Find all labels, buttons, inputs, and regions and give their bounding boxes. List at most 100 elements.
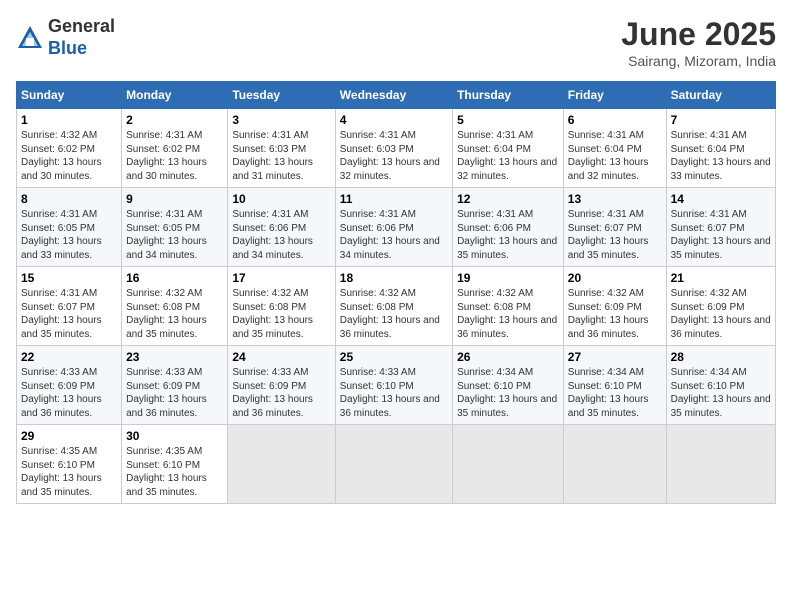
logo-blue: Blue [48, 38, 87, 58]
day-number: 9 [126, 192, 223, 206]
day-info: Sunrise: 4:31 AM Sunset: 6:05 PM Dayligh… [21, 208, 117, 262]
day-number: 28 [671, 350, 771, 364]
calendar-cell: 16 Sunrise: 4:32 AM Sunset: 6:08 PM Dayl… [122, 267, 228, 346]
day-info: Sunrise: 4:32 AM Sunset: 6:08 PM Dayligh… [340, 287, 448, 341]
calendar-row: 15 Sunrise: 4:31 AM Sunset: 6:07 PM Dayl… [17, 267, 776, 346]
day-number: 16 [126, 271, 223, 285]
day-info: Sunrise: 4:31 AM Sunset: 6:07 PM Dayligh… [21, 287, 117, 341]
calendar-cell: 13 Sunrise: 4:31 AM Sunset: 6:07 PM Dayl… [563, 188, 666, 267]
day-number: 21 [671, 271, 771, 285]
logo: General Blue [16, 16, 115, 59]
day-info: Sunrise: 4:32 AM Sunset: 6:08 PM Dayligh… [126, 287, 223, 341]
day-number: 8 [21, 192, 117, 206]
calendar-cell [563, 425, 666, 504]
day-number: 3 [232, 113, 330, 127]
day-info: Sunrise: 4:33 AM Sunset: 6:10 PM Dayligh… [340, 366, 448, 420]
calendar-cell: 25 Sunrise: 4:33 AM Sunset: 6:10 PM Dayl… [335, 346, 452, 425]
calendar-cell: 4 Sunrise: 4:31 AM Sunset: 6:03 PM Dayli… [335, 109, 452, 188]
calendar-cell [453, 425, 564, 504]
calendar-cell: 2 Sunrise: 4:31 AM Sunset: 6:02 PM Dayli… [122, 109, 228, 188]
day-info: Sunrise: 4:35 AM Sunset: 6:10 PM Dayligh… [21, 445, 117, 499]
main-title: June 2025 [621, 16, 776, 53]
header-sunday: Sunday [17, 82, 122, 109]
day-number: 29 [21, 429, 117, 443]
day-info: Sunrise: 4:31 AM Sunset: 6:02 PM Dayligh… [126, 129, 223, 183]
calendar-body: 1 Sunrise: 4:32 AM Sunset: 6:02 PM Dayli… [17, 109, 776, 504]
header-thursday: Thursday [453, 82, 564, 109]
header-monday: Monday [122, 82, 228, 109]
calendar-cell [335, 425, 452, 504]
day-info: Sunrise: 4:33 AM Sunset: 6:09 PM Dayligh… [21, 366, 117, 420]
calendar-row: 1 Sunrise: 4:32 AM Sunset: 6:02 PM Dayli… [17, 109, 776, 188]
logo-text: General Blue [48, 16, 115, 59]
day-info: Sunrise: 4:34 AM Sunset: 6:10 PM Dayligh… [457, 366, 559, 420]
day-number: 13 [568, 192, 662, 206]
day-info: Sunrise: 4:34 AM Sunset: 6:10 PM Dayligh… [568, 366, 662, 420]
day-number: 14 [671, 192, 771, 206]
day-number: 15 [21, 271, 117, 285]
subtitle: Sairang, Mizoram, India [621, 53, 776, 69]
day-info: Sunrise: 4:32 AM Sunset: 6:08 PM Dayligh… [232, 287, 330, 341]
calendar-cell [228, 425, 335, 504]
day-info: Sunrise: 4:32 AM Sunset: 6:09 PM Dayligh… [568, 287, 662, 341]
header-wednesday: Wednesday [335, 82, 452, 109]
calendar-cell: 9 Sunrise: 4:31 AM Sunset: 6:05 PM Dayli… [122, 188, 228, 267]
calendar-cell: 24 Sunrise: 4:33 AM Sunset: 6:09 PM Dayl… [228, 346, 335, 425]
calendar-cell: 29 Sunrise: 4:35 AM Sunset: 6:10 PM Dayl… [17, 425, 122, 504]
day-number: 4 [340, 113, 448, 127]
day-info: Sunrise: 4:33 AM Sunset: 6:09 PM Dayligh… [126, 366, 223, 420]
day-info: Sunrise: 4:34 AM Sunset: 6:10 PM Dayligh… [671, 366, 771, 420]
calendar-cell: 14 Sunrise: 4:31 AM Sunset: 6:07 PM Dayl… [666, 188, 775, 267]
day-info: Sunrise: 4:32 AM Sunset: 6:08 PM Dayligh… [457, 287, 559, 341]
calendar-cell: 3 Sunrise: 4:31 AM Sunset: 6:03 PM Dayli… [228, 109, 335, 188]
calendar-cell: 10 Sunrise: 4:31 AM Sunset: 6:06 PM Dayl… [228, 188, 335, 267]
calendar-cell: 27 Sunrise: 4:34 AM Sunset: 6:10 PM Dayl… [563, 346, 666, 425]
calendar-cell: 12 Sunrise: 4:31 AM Sunset: 6:06 PM Dayl… [453, 188, 564, 267]
day-info: Sunrise: 4:35 AM Sunset: 6:10 PM Dayligh… [126, 445, 223, 499]
title-block: June 2025 Sairang, Mizoram, India [621, 16, 776, 69]
calendar-cell: 5 Sunrise: 4:31 AM Sunset: 6:04 PM Dayli… [453, 109, 564, 188]
day-number: 25 [340, 350, 448, 364]
calendar-cell: 8 Sunrise: 4:31 AM Sunset: 6:05 PM Dayli… [17, 188, 122, 267]
header-saturday: Saturday [666, 82, 775, 109]
day-number: 5 [457, 113, 559, 127]
day-info: Sunrise: 4:31 AM Sunset: 6:05 PM Dayligh… [126, 208, 223, 262]
day-number: 1 [21, 113, 117, 127]
day-number: 2 [126, 113, 223, 127]
day-number: 23 [126, 350, 223, 364]
day-info: Sunrise: 4:31 AM Sunset: 6:04 PM Dayligh… [671, 129, 771, 183]
day-number: 11 [340, 192, 448, 206]
day-info: Sunrise: 4:31 AM Sunset: 6:06 PM Dayligh… [232, 208, 330, 262]
day-number: 10 [232, 192, 330, 206]
calendar-table: SundayMondayTuesdayWednesdayThursdayFrid… [16, 81, 776, 504]
day-number: 20 [568, 271, 662, 285]
calendar-cell: 18 Sunrise: 4:32 AM Sunset: 6:08 PM Dayl… [335, 267, 452, 346]
calendar-cell: 19 Sunrise: 4:32 AM Sunset: 6:08 PM Dayl… [453, 267, 564, 346]
day-info: Sunrise: 4:31 AM Sunset: 6:07 PM Dayligh… [671, 208, 771, 262]
calendar-cell: 11 Sunrise: 4:31 AM Sunset: 6:06 PM Dayl… [335, 188, 452, 267]
calendar-cell: 23 Sunrise: 4:33 AM Sunset: 6:09 PM Dayl… [122, 346, 228, 425]
calendar-cell: 1 Sunrise: 4:32 AM Sunset: 6:02 PM Dayli… [17, 109, 122, 188]
calendar-cell: 22 Sunrise: 4:33 AM Sunset: 6:09 PM Dayl… [17, 346, 122, 425]
calendar-cell: 15 Sunrise: 4:31 AM Sunset: 6:07 PM Dayl… [17, 267, 122, 346]
day-number: 26 [457, 350, 559, 364]
day-number: 7 [671, 113, 771, 127]
logo-icon [16, 24, 44, 52]
day-number: 30 [126, 429, 223, 443]
page-header: General Blue June 2025 Sairang, Mizoram,… [16, 16, 776, 69]
day-info: Sunrise: 4:33 AM Sunset: 6:09 PM Dayligh… [232, 366, 330, 420]
day-number: 6 [568, 113, 662, 127]
calendar-cell [666, 425, 775, 504]
day-number: 18 [340, 271, 448, 285]
logo-general: General [48, 16, 115, 36]
header-friday: Friday [563, 82, 666, 109]
day-info: Sunrise: 4:31 AM Sunset: 6:04 PM Dayligh… [457, 129, 559, 183]
calendar-cell: 6 Sunrise: 4:31 AM Sunset: 6:04 PM Dayli… [563, 109, 666, 188]
day-number: 27 [568, 350, 662, 364]
calendar-header-row: SundayMondayTuesdayWednesdayThursdayFrid… [17, 82, 776, 109]
day-number: 22 [21, 350, 117, 364]
calendar-cell: 21 Sunrise: 4:32 AM Sunset: 6:09 PM Dayl… [666, 267, 775, 346]
calendar-cell: 7 Sunrise: 4:31 AM Sunset: 6:04 PM Dayli… [666, 109, 775, 188]
day-number: 12 [457, 192, 559, 206]
day-number: 17 [232, 271, 330, 285]
